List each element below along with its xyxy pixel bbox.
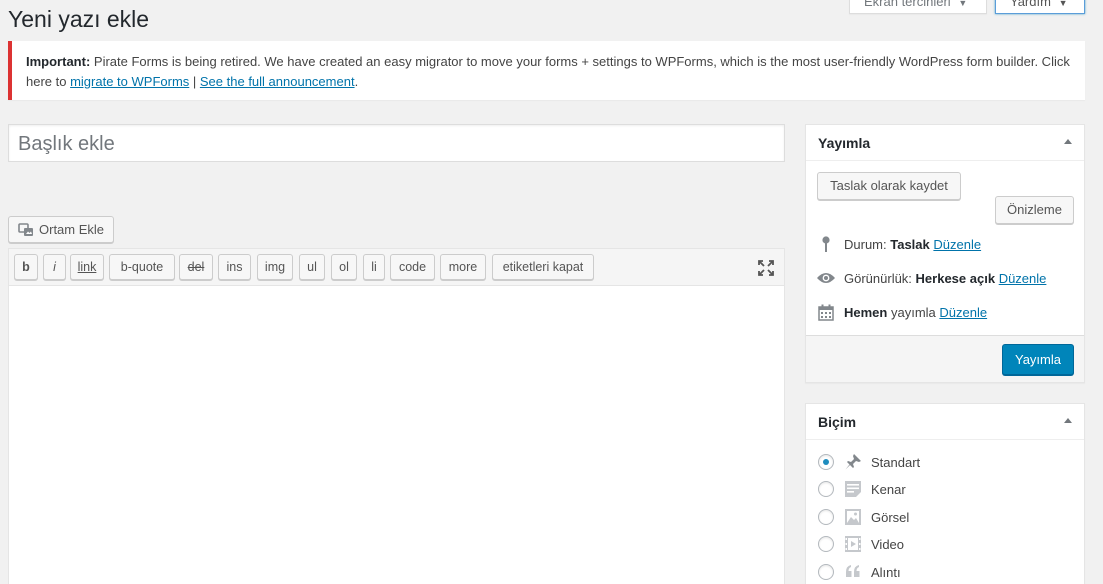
help-label: Yardım	[1010, 0, 1051, 9]
quote-icon	[843, 562, 863, 582]
format-radio[interactable]	[818, 509, 834, 525]
retirement-notice: Important: Pirate Forms is being retired…	[8, 41, 1085, 100]
qt-link-button[interactable]: link	[70, 254, 104, 280]
notice-end: .	[354, 73, 359, 89]
text-editor[interactable]: b i link b-quote del ins img ul ol li co…	[8, 248, 785, 584]
notice-separator: |	[189, 73, 200, 89]
format-radio[interactable]	[818, 481, 834, 497]
visibility-label: Görünürlük:	[844, 270, 912, 286]
format-radio[interactable]	[818, 536, 834, 552]
schedule-strong: Hemen	[844, 304, 888, 320]
eye-icon	[816, 269, 836, 287]
schedule-text: yayımla	[890, 304, 936, 320]
format-box: Biçim Standart Kenar Görsel Video Alıntı	[805, 403, 1085, 584]
collapse-arrow-icon[interactable]	[1064, 139, 1072, 144]
qt-italic-button[interactable]: i	[43, 254, 66, 280]
notice-strong: Important:	[26, 54, 91, 69]
format-option-label: Alıntı	[871, 564, 901, 580]
qt-code-button[interactable]: code	[390, 254, 435, 280]
schedule-row: Hemen yayımla Düzenle	[816, 303, 987, 321]
format-option-standard[interactable]: Standart	[818, 452, 920, 472]
migrate-link[interactable]: migrate to WPForms	[70, 74, 189, 89]
format-radio[interactable]	[818, 454, 834, 470]
qt-del-button[interactable]: del	[179, 254, 213, 280]
collapse-arrow-icon[interactable]	[1064, 418, 1072, 423]
status-label: Durum:	[844, 236, 887, 252]
format-box-title: Biçim	[818, 414, 857, 430]
major-publishing-actions: Yayımla	[806, 335, 1084, 382]
visibility-row: Görünürlük: Herkese açık Düzenle	[816, 269, 1046, 287]
media-icon	[18, 222, 33, 236]
format-option-label: Standart	[871, 454, 921, 470]
edit-schedule-link[interactable]: Düzenle	[939, 305, 987, 320]
post-title-input[interactable]: Başlık ekle	[8, 124, 785, 162]
quicktags-toolbar: b i link b-quote del ins img ul ol li co…	[9, 249, 784, 286]
preview-button[interactable]: Önizleme	[995, 196, 1074, 224]
announcement-link[interactable]: See the full announcement	[200, 74, 355, 89]
qt-close-tags-button[interactable]: etiketleri kapat	[492, 254, 594, 280]
format-option-image[interactable]: Görsel	[818, 507, 909, 527]
qt-bquote-button[interactable]: b-quote	[109, 254, 175, 280]
publish-box-title: Yayımla	[818, 135, 871, 151]
edit-status-link[interactable]: Düzenle	[933, 237, 981, 252]
pin-icon	[843, 452, 863, 472]
help-tab[interactable]: Yardım ▼	[995, 0, 1085, 14]
qt-more-button[interactable]: more	[440, 254, 486, 280]
pin-icon	[816, 235, 836, 253]
status-row: Durum: Taslak Düzenle	[816, 235, 981, 253]
publish-box: Yayımla Taslak olarak kaydet Önizleme Du…	[805, 124, 1085, 383]
add-media-button[interactable]: Ortam Ekle	[8, 216, 114, 243]
qt-li-button[interactable]: li	[363, 254, 385, 280]
save-draft-button[interactable]: Taslak olarak kaydet	[817, 172, 961, 200]
page-title: Yeni yazı ekle	[8, 6, 150, 32]
visibility-value: Herkese açık	[915, 270, 996, 286]
publish-button[interactable]: Yayımla	[1002, 344, 1074, 375]
format-box-header[interactable]: Biçim	[806, 404, 1084, 440]
add-media-label: Ortam Ekle	[39, 222, 105, 237]
format-option-quote[interactable]: Alıntı	[818, 562, 901, 582]
qt-ins-button[interactable]: ins	[218, 254, 251, 280]
status-value: Taslak	[890, 236, 930, 252]
calendar-icon	[816, 303, 836, 321]
screen-options-label: Ekran tercihleri	[864, 0, 951, 9]
format-option-aside[interactable]: Kenar	[818, 479, 906, 499]
format-radio[interactable]	[818, 564, 834, 580]
chevron-down-icon: ▼	[958, 0, 968, 8]
qt-ul-button[interactable]: ul	[299, 254, 325, 280]
chevron-down-icon: ▼	[1058, 0, 1068, 8]
fullscreen-icon[interactable]	[757, 259, 775, 277]
qt-bold-button[interactable]: b	[14, 254, 38, 280]
qt-ol-button[interactable]: ol	[331, 254, 357, 280]
video-icon	[843, 534, 863, 554]
qt-img-button[interactable]: img	[257, 254, 293, 280]
publish-box-header[interactable]: Yayımla	[806, 125, 1084, 161]
aside-icon	[843, 479, 863, 499]
format-option-label: Kenar	[871, 481, 906, 497]
format-option-label: Görsel	[871, 509, 910, 525]
edit-visibility-link[interactable]: Düzenle	[999, 271, 1047, 286]
format-option-video[interactable]: Video	[818, 534, 904, 554]
image-icon	[843, 507, 863, 527]
screen-options-tab[interactable]: Ekran tercihleri ▼	[849, 0, 987, 14]
format-option-label: Video	[871, 536, 905, 552]
